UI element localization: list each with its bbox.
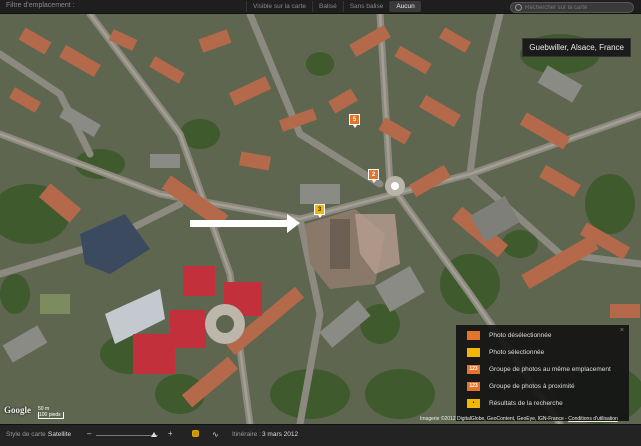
location-filter-bar: Filtre d'emplacement : Visible sur la ca… xyxy=(0,0,641,14)
yellow-pin-icon xyxy=(467,348,480,357)
tracklog-select[interactable]: 3 mars 2012 xyxy=(262,431,298,438)
google-logo: Google xyxy=(4,405,31,415)
search-icon xyxy=(515,4,522,11)
filter-segments: Visible sur la carte Balisé Sans balise … xyxy=(246,1,421,12)
close-icon[interactable]: × xyxy=(620,327,624,334)
copyright-text: Imagerie ©2012 DigitalGlobe, GeoContent,… xyxy=(420,416,569,422)
zoom-slider-handle[interactable] xyxy=(151,432,158,437)
zoom-out-icon[interactable]: – xyxy=(87,429,91,438)
filter-untagged-button[interactable]: Sans balise xyxy=(342,1,390,12)
tracklog-icon[interactable]: ∿ xyxy=(212,430,226,439)
location-label: Guebwiller, Alsace, France xyxy=(522,38,631,57)
search-result-icon: • xyxy=(467,399,480,408)
zoom-in-icon[interactable]: + xyxy=(168,429,173,438)
arrow-pointer-icon xyxy=(190,214,300,233)
filter-label: Filtre d'emplacement : xyxy=(6,2,75,9)
photo-group-marker[interactable]: 2 xyxy=(368,169,379,183)
map-legend: × Photo désélectionnée Photo sélectionné… xyxy=(456,325,629,421)
map-style-select[interactable]: Satellite xyxy=(48,431,71,438)
legend-label: Photo désélectionnée xyxy=(489,332,552,339)
group-same-location-icon: 123 xyxy=(467,365,480,374)
legend-label: Groupe de photos à proximité xyxy=(489,383,575,390)
satellite-map[interactable]: Guebwiller, Alsace, France 5 2 3 × Photo… xyxy=(0,14,641,424)
map-toolbar: Style de carte : Satellite – + ∿ Itinéra… xyxy=(0,424,641,446)
photo-group-marker-selected[interactable]: 3 xyxy=(314,204,325,218)
map-copyright: Imagerie ©2012 DigitalGlobe, GeoContent,… xyxy=(420,416,618,422)
lock-icon[interactable] xyxy=(192,430,199,437)
group-nearby-icon: 123 xyxy=(467,382,480,391)
terms-link[interactable]: Conditions d'utilisation xyxy=(568,416,618,422)
legend-label: Photo sélectionnée xyxy=(489,349,545,356)
legend-label: Groupe de photos au même emplacement xyxy=(489,366,611,373)
filter-none-button[interactable]: Aucun xyxy=(389,1,421,12)
map-style-label: Style de carte : xyxy=(6,431,50,438)
orange-pin-icon xyxy=(467,331,480,340)
filter-visible-button[interactable]: Visible sur la carte xyxy=(246,1,312,12)
legend-label: Résultats de la recherche xyxy=(489,400,563,407)
map-scale: 50 m 100 pieds xyxy=(38,406,64,419)
scale-imperial: 100 pieds xyxy=(38,412,64,419)
tracklog-label: Itinéraire : xyxy=(232,431,261,438)
photo-group-marker[interactable]: 5 xyxy=(349,114,360,128)
zoom-slider[interactable] xyxy=(96,432,158,437)
filter-tagged-button[interactable]: Balisé xyxy=(312,1,343,12)
map-search[interactable] xyxy=(510,2,634,13)
map-search-input[interactable] xyxy=(525,3,617,12)
